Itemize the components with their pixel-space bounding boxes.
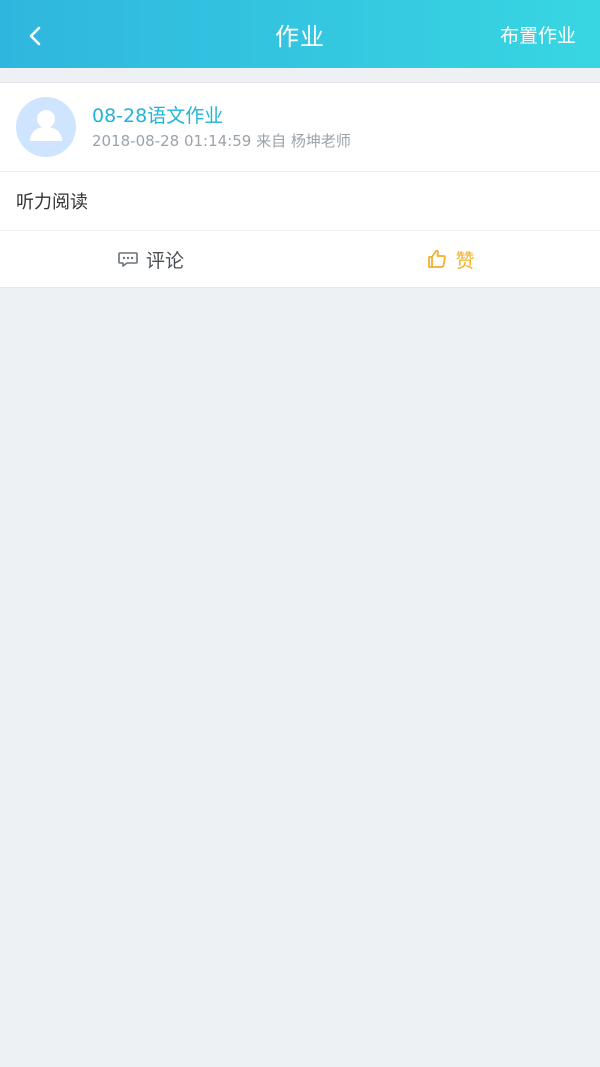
homework-card: 08-28语文作业 2018-08-28 01:14:59 来自 杨坤老师 听力… [0, 82, 600, 288]
post-actions: 评论 赞 [0, 231, 600, 287]
user-avatar-icon [30, 110, 62, 141]
post-header: 08-28语文作业 2018-08-28 01:14:59 来自 杨坤老师 [0, 83, 600, 172]
like-label: 赞 [455, 249, 475, 272]
post-title[interactable]: 08-28语文作业 [92, 104, 351, 128]
comment-label: 评论 [145, 249, 184, 272]
post-content: 听力阅读 [0, 172, 600, 231]
like-button[interactable]: 赞 [300, 231, 600, 287]
back-button[interactable] [14, 14, 58, 58]
assign-homework-button[interactable]: 布置作业 [500, 0, 576, 68]
comment-button[interactable]: 评论 [0, 231, 300, 287]
post-meta: 08-28语文作业 2018-08-28 01:14:59 来自 杨坤老师 [92, 104, 351, 150]
comment-icon [116, 247, 140, 271]
top-header: 作业 布置作业 [0, 0, 600, 68]
chevron-left-icon [29, 26, 41, 46]
post-subtitle: 2018-08-28 01:14:59 来自 杨坤老师 [92, 132, 351, 150]
avatar [16, 97, 76, 157]
thumbs-up-icon [425, 247, 449, 271]
